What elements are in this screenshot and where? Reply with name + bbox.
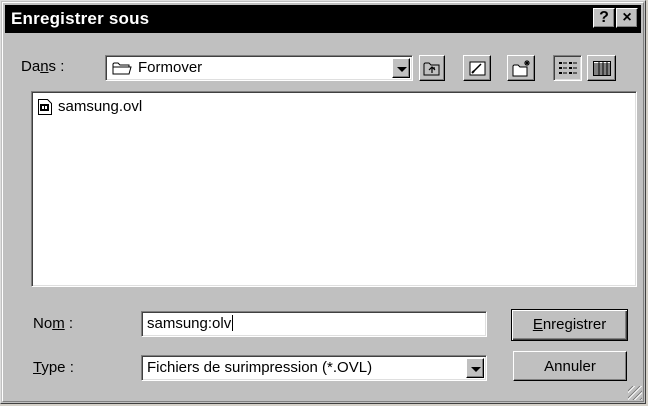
- new-folder-button[interactable]: [507, 55, 535, 81]
- cancel-button[interactable]: Annuler: [513, 351, 627, 381]
- resize-grip[interactable]: [628, 386, 642, 400]
- up-one-level-button[interactable]: [419, 55, 445, 81]
- look-in-label: Dans :: [21, 58, 65, 75]
- location-value: Formover: [138, 59, 203, 76]
- details-view-icon: [593, 61, 611, 81]
- folder-icon: [112, 61, 132, 80]
- save-button-label: Enregistrer: [532, 316, 607, 333]
- file-type-label: Type :: [33, 359, 74, 376]
- list-view-icon: [559, 61, 577, 80]
- new-folder-icon: [512, 59, 532, 82]
- file-icon: [38, 99, 52, 120]
- up-one-level-icon: [423, 60, 441, 81]
- title-bar[interactable]: Enregistrer sous ? ×: [5, 5, 641, 33]
- list-view-button[interactable]: [553, 55, 582, 81]
- help-button[interactable]: ?: [593, 8, 615, 28]
- file-name: samsung.ovl: [58, 98, 143, 115]
- file-name-input[interactable]: samsung:olv: [141, 311, 487, 337]
- file-type-value: Fichiers de surimpression (*.OVL): [147, 359, 373, 376]
- text-caret: [232, 315, 234, 331]
- file-list[interactable]: samsung.ovl: [31, 91, 637, 287]
- location-dropdown-button[interactable]: [392, 58, 410, 78]
- file-type-select[interactable]: Fichiers de surimpression (*.OVL): [141, 355, 487, 381]
- close-button[interactable]: ×: [616, 8, 638, 28]
- save-button[interactable]: Enregistrer: [511, 309, 628, 341]
- cancel-button-label: Annuler: [544, 358, 596, 375]
- save-as-dialog: Enregistrer sous ? × Dans : Formover sam…: [0, 0, 646, 404]
- dialog-title: Enregistrer sous: [11, 9, 150, 28]
- details-view-button[interactable]: [587, 55, 616, 81]
- desktop-button[interactable]: [463, 55, 491, 81]
- file-name-value: samsung:olv: [147, 315, 234, 332]
- file-type-dropdown-button[interactable]: [466, 358, 484, 378]
- location-combo[interactable]: Formover: [105, 55, 413, 81]
- file-name-label: Nom :: [33, 315, 74, 332]
- desktop-icon: [468, 59, 488, 82]
